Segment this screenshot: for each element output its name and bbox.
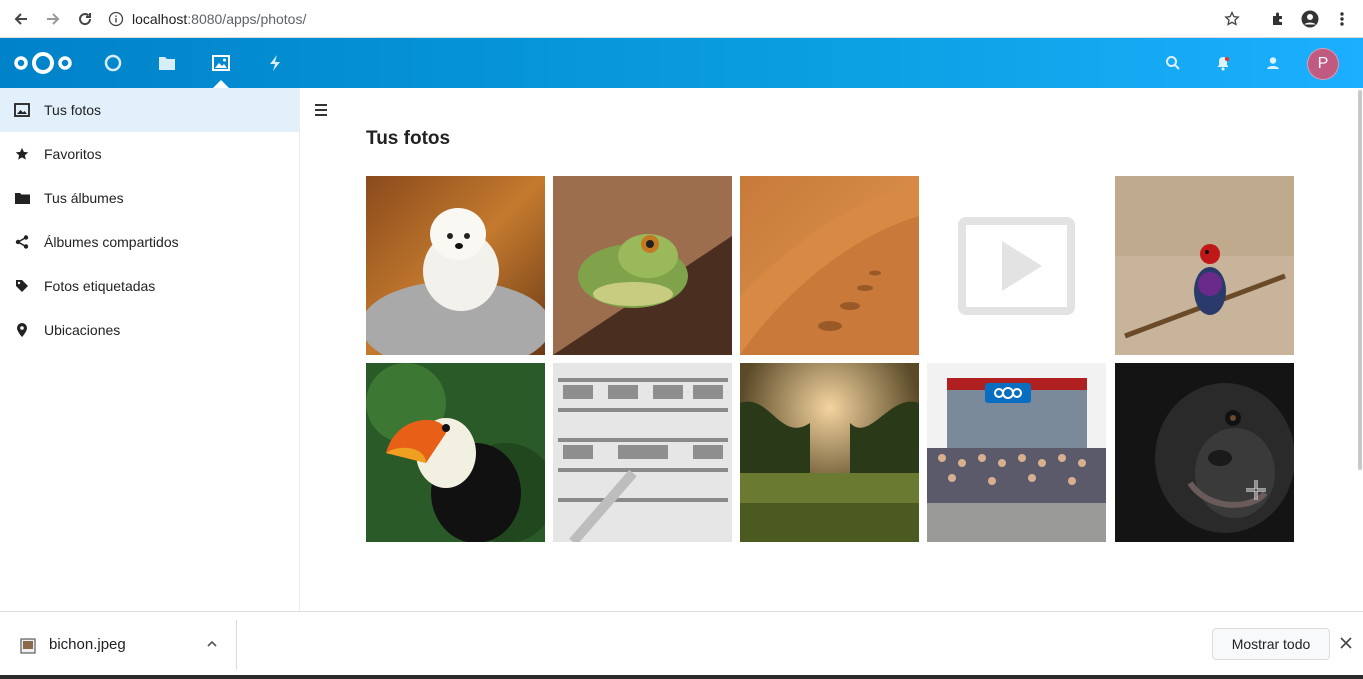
files-icon[interactable] xyxy=(155,51,179,75)
divider xyxy=(236,620,237,670)
crosshair-cursor-icon xyxy=(1246,480,1266,500)
photos-icon[interactable] xyxy=(209,51,233,75)
photo-tile-library[interactable] xyxy=(553,363,732,542)
avatar[interactable]: P xyxy=(1307,48,1339,80)
sidebar-item-albumes-compartidos[interactable]: Álbumes compartidos xyxy=(0,220,299,264)
contacts-icon[interactable] xyxy=(1261,51,1285,75)
page-title: Tus fotos xyxy=(366,128,451,149)
sidebar-item-label: Tus álbumes xyxy=(44,190,124,206)
sidebar-item-ubicaciones[interactable]: Ubicaciones xyxy=(0,308,299,352)
browser-menu-icon[interactable] xyxy=(1329,6,1355,32)
chevron-up-icon[interactable] xyxy=(205,637,219,656)
photo-tile-group[interactable] xyxy=(927,363,1106,542)
photo-tile-toucan[interactable] xyxy=(366,363,545,542)
navigation-toggle-button[interactable] xyxy=(312,100,330,120)
search-icon[interactable] xyxy=(1161,51,1185,75)
dashboard-icon[interactable] xyxy=(101,51,125,75)
sidebar-item-label: Favoritos xyxy=(44,146,102,162)
folder-icon xyxy=(14,190,30,206)
photo-tile-puppy[interactable] xyxy=(366,176,545,355)
url-text: localhost:8080/apps/photos/ xyxy=(132,11,306,27)
sidebar-item-fotos-etiquetadas[interactable]: Fotos etiquetadas xyxy=(0,264,299,308)
show-all-button[interactable]: Mostrar todo xyxy=(1212,628,1330,660)
photo-tile-field[interactable] xyxy=(740,363,919,542)
address-bar[interactable]: localhost:8080/apps/photos/ xyxy=(108,4,1260,34)
sidebar-item-tus-fotos[interactable]: Tus fotos xyxy=(0,88,299,132)
browser-toolbar: localhost:8080/apps/photos/ xyxy=(0,0,1363,38)
info-icon[interactable] xyxy=(108,11,124,27)
scrollbar[interactable] xyxy=(1358,90,1362,470)
profile-icon[interactable] xyxy=(1297,6,1323,32)
url-path: :8080/apps/photos/ xyxy=(187,11,307,27)
active-app-indicator xyxy=(213,80,229,88)
photo-tile-frog[interactable] xyxy=(553,176,732,355)
close-icon[interactable] xyxy=(1339,636,1353,655)
photo-tile-gorilla[interactable] xyxy=(1115,363,1294,542)
nextcloud-logo-icon[interactable] xyxy=(12,50,74,81)
sidebar-item-favoritos[interactable]: Favoritos xyxy=(0,132,299,176)
star-icon xyxy=(14,146,30,162)
app-header xyxy=(0,38,1363,88)
sidebar-item-tus-albumes[interactable]: Tus álbumes xyxy=(0,176,299,220)
sidebar-item-label: Álbumes compartidos xyxy=(44,234,179,250)
url-host: localhost xyxy=(132,11,188,27)
photo-tile-desert[interactable] xyxy=(740,176,919,355)
image-icon xyxy=(14,102,30,118)
video-placeholder-tile[interactable] xyxy=(927,176,1106,355)
forward-button[interactable] xyxy=(40,6,66,32)
sidebar-item-label: Ubicaciones xyxy=(44,322,121,338)
app-navigation: Tus fotos Favoritos Tus álbumes Álbumes … xyxy=(0,88,300,612)
tag-icon xyxy=(14,278,30,294)
image-file-icon xyxy=(20,638,36,659)
bookmark-star-icon[interactable] xyxy=(1219,6,1245,32)
location-pin-icon xyxy=(14,322,30,338)
back-button[interactable] xyxy=(8,6,34,32)
download-filename[interactable]: bichon.jpeg xyxy=(49,636,126,653)
photo-tile-bird[interactable] xyxy=(1115,176,1294,355)
sidebar-item-label: Fotos etiquetadas xyxy=(44,278,156,294)
extensions-icon[interactable] xyxy=(1265,6,1291,32)
download-bar: bichon.jpeg Mostrar todo xyxy=(0,611,1363,679)
share-icon xyxy=(14,234,30,250)
reload-button[interactable] xyxy=(72,6,98,32)
taskbar-edge xyxy=(0,675,1363,679)
sidebar-item-label: Tus fotos xyxy=(44,102,102,118)
notifications-icon[interactable] xyxy=(1211,51,1235,75)
activity-icon[interactable] xyxy=(263,51,287,75)
